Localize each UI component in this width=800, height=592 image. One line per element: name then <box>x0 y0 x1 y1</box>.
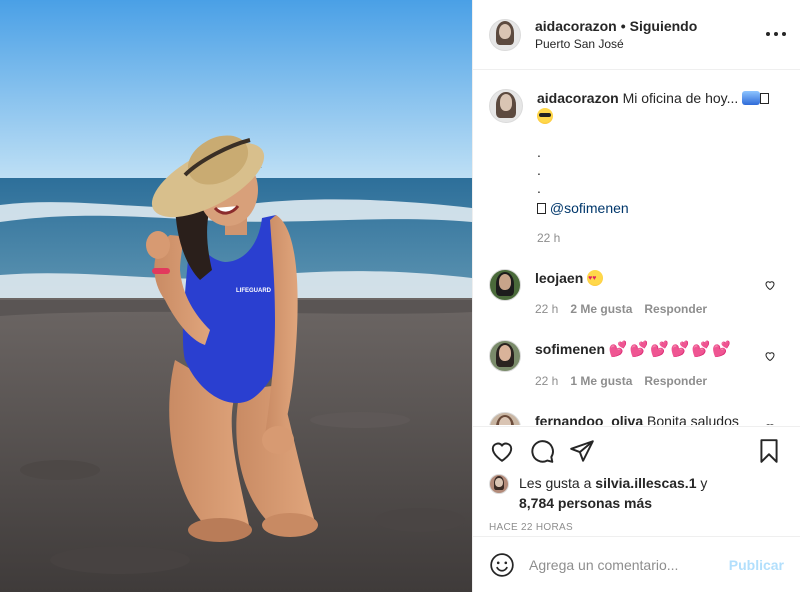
likes-summary: Les gusta a silvia.illescas.1 y 8,784 pe… <box>489 473 784 513</box>
sunglasses-emoji-icon <box>537 108 553 124</box>
caption-dot: . <box>537 144 541 160</box>
likes-conj: y <box>700 475 708 491</box>
reply-button[interactable]: Responder <box>644 300 707 318</box>
post-panel: aidacorazon • Siguiendo Puerto San José ai… <box>472 0 800 592</box>
wave-emoji-icon <box>742 91 761 105</box>
post-timestamp[interactable]: HACE 22 HORAS <box>489 522 784 533</box>
caption-mention[interactable]: @sofimenen <box>550 200 629 216</box>
commenter-avatar[interactable] <box>489 269 521 301</box>
like-comment-icon[interactable] <box>764 350 776 362</box>
comment-username[interactable]: leojaen <box>535 270 583 286</box>
comment-text: 💕💕💕💕💕💕 <box>608 341 733 358</box>
header-separator: • <box>620 17 626 34</box>
swimsuit-text: LIFEGUARD <box>236 288 272 294</box>
publish-button[interactable]: Publicar <box>729 557 784 573</box>
comments-section: aidacorazon Mi oficina de hoy... . . . @… <box>473 71 800 425</box>
comment-likes[interactable]: 1 Me gusta <box>570 372 632 390</box>
comment-icon[interactable] <box>529 438 555 464</box>
caption-username[interactable]: aidacorazon <box>537 90 619 106</box>
comment-input[interactable] <box>529 556 729 573</box>
add-comment-bar: Publicar <box>473 536 800 592</box>
likes-count[interactable]: 8,784 personas más <box>519 495 652 511</box>
caption-dot: . <box>537 180 541 196</box>
commenter-avatar[interactable] <box>489 340 521 372</box>
beach-photo: LIFEGUARD <box>0 0 472 592</box>
comment-likes[interactable]: 2 Me gusta <box>570 300 632 318</box>
commenter-avatar[interactable] <box>489 412 521 425</box>
instagram-post: LIFEGUARD aidacorazon • Siguiendo Puerto… <box>0 0 800 592</box>
share-icon[interactable] <box>569 438 595 464</box>
caption-time[interactable]: 22 h <box>537 229 560 247</box>
emoji-icon[interactable] <box>489 552 515 578</box>
liker-username[interactable]: silvia.illescas.1 <box>595 475 696 491</box>
post-header: aidacorazon • Siguiendo Puerto San José <box>473 0 800 70</box>
heart-icon[interactable] <box>489 438 515 464</box>
comment-username[interactable]: sofimenen <box>535 341 605 357</box>
likes-prefix: Les gusta a <box>519 475 592 491</box>
like-comment-icon[interactable] <box>764 422 776 425</box>
like-comment-icon[interactable] <box>764 279 776 291</box>
comment-time[interactable]: 22 h <box>535 372 558 390</box>
post-photo[interactable]: LIFEGUARD <box>0 0 472 592</box>
caption-text: Mi oficina de hoy... <box>622 90 739 106</box>
heart-eyes-emoji-icon <box>587 270 604 288</box>
bookmark-icon[interactable] <box>756 438 782 464</box>
caption: aidacorazon Mi oficina de hoy... . . . @… <box>489 89 784 247</box>
post-location[interactable]: Puerto San José <box>535 35 697 53</box>
reply-button[interactable]: Responder <box>644 372 707 390</box>
comment-item: leojaen 22 h 2 Me gusta Responder <box>489 269 784 318</box>
unknown-glyph-icon <box>760 93 770 104</box>
header-text: aidacorazon • Siguiendo Puerto San José <box>535 17 697 53</box>
caption-dot: . <box>537 162 541 178</box>
liker-avatar[interactable] <box>489 474 509 494</box>
more-options-icon[interactable] <box>766 26 786 42</box>
comment-item: fernandoo_oliva Bonita saludos <box>489 412 784 425</box>
caption-avatar[interactable] <box>489 89 523 123</box>
comment-username[interactable]: fernandoo_oliva <box>535 413 643 425</box>
post-actions: Les gusta a silvia.illescas.1 y 8,784 pe… <box>473 426 800 536</box>
author-username[interactable]: aidacorazon <box>535 18 617 34</box>
unknown-glyph-icon <box>537 203 546 214</box>
comment-item: sofimenen 💕💕💕💕💕💕 22 h 1 Me gusta Respond… <box>489 340 784 390</box>
comment-text: Bonita saludos <box>647 413 739 425</box>
author-avatar[interactable] <box>489 18 521 51</box>
comment-time[interactable]: 22 h <box>535 300 558 318</box>
following-button[interactable]: Siguiendo <box>630 18 698 34</box>
